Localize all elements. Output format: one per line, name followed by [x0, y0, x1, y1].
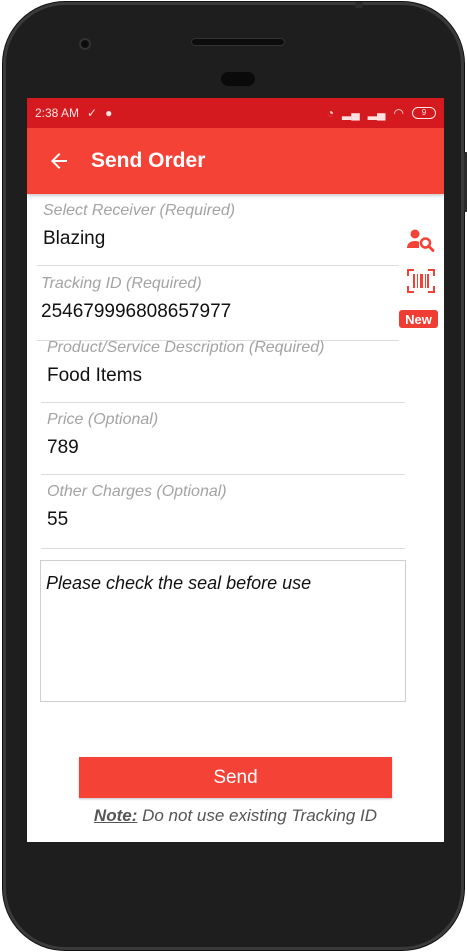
price-value[interactable]: 789: [47, 437, 405, 459]
back-button[interactable]: [27, 128, 91, 194]
proximity-sensor: [221, 72, 255, 86]
app-screen: 2:38 AM ✓ ● ◔ ▂▄ ▂▄ ◠ 9 Send Order Selec…: [27, 98, 444, 842]
note-text: Do not use existing Tracking ID: [137, 806, 378, 825]
earpiece-speaker: [191, 38, 285, 46]
android-icon: ●: [105, 106, 113, 120]
tracking-id-label: Tracking ID (Required): [41, 275, 202, 292]
description-label: Product/Service Description (Required): [47, 339, 325, 356]
price-label: Price (Optional): [47, 411, 159, 428]
arrow-left-icon: [51, 153, 67, 169]
notes-textarea[interactable]: Please check the seal before use: [40, 560, 406, 702]
field-underline: [37, 265, 399, 266]
new-badge: New: [399, 310, 438, 328]
front-camera: [79, 38, 91, 50]
signal-lte-icon: ▂▄: [367, 106, 386, 120]
status-icons: ◔ ▂▄ ▂▄ ◠ 9: [327, 106, 436, 120]
tracking-id-field[interactable]: Tracking ID (Required) 25467999680865797…: [37, 275, 399, 341]
page-title: Send Order: [91, 149, 206, 172]
wifi-icon: ◠: [393, 106, 404, 120]
other-charges-value[interactable]: 55: [47, 509, 405, 531]
power-button: [355, 2, 363, 8]
other-charges-field[interactable]: Other Charges (Optional) 55: [41, 483, 405, 549]
receiver-field[interactable]: Select Receiver (Required) Blazing: [37, 202, 399, 266]
battery-icon: 9: [412, 107, 436, 119]
description-field[interactable]: Product/Service Description (Required) F…: [41, 339, 405, 403]
field-underline: [41, 548, 405, 549]
send-button[interactable]: Send: [79, 757, 392, 798]
field-underline: [41, 402, 405, 403]
app-bar: Send Order: [27, 128, 444, 194]
signal-icon: ▂▄: [342, 106, 360, 120]
receiver-value[interactable]: Blazing: [43, 228, 399, 250]
note-key: Note:: [93, 806, 138, 825]
alarm-icon: ◔: [326, 106, 335, 120]
field-underline: [41, 474, 405, 475]
status-bar: 2:38 AM ✓ ● ◔ ▂▄ ▂▄ ◠ 9: [27, 98, 444, 128]
other-charges-label: Other Charges (Optional): [47, 483, 227, 500]
tracking-note: Note: Do not use existing Tracking ID: [27, 806, 444, 826]
download-done-icon: ✓: [87, 106, 98, 120]
description-value[interactable]: Food Items: [47, 365, 405, 387]
tracking-id-value[interactable]: 254679996808657977: [41, 301, 399, 323]
status-time: 2:38 AM: [35, 106, 80, 120]
person-search-icon[interactable]: [407, 228, 435, 252]
receiver-label: Select Receiver (Required): [43, 202, 236, 219]
barcode-scan-icon[interactable]: [407, 269, 435, 293]
send-order-form: Select Receiver (Required) Blazing Track…: [27, 194, 444, 842]
price-field[interactable]: Price (Optional) 789: [41, 411, 405, 475]
